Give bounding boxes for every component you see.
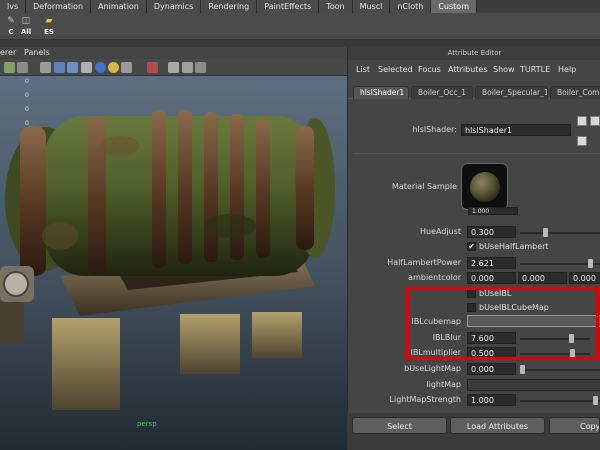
ambient-color-g-field[interactable]: 0.000 — [518, 272, 567, 284]
shelf-tab-bar: lvs Deformation Animation Dynamics Rende… — [0, 0, 600, 13]
shelf-tab-muscle[interactable]: Muscl — [352, 0, 391, 13]
separator-band — [0, 40, 600, 47]
menu-panels[interactable]: Panels — [24, 47, 50, 59]
focus-input-icon[interactable] — [577, 116, 587, 126]
light-map-strength-label: LightMapStrength — [389, 395, 461, 404]
copy-tab-button[interactable]: Copy Tab — [549, 417, 600, 434]
wireframe-cube-icon[interactable] — [40, 62, 51, 73]
grid-icon[interactable] — [121, 62, 132, 73]
ambient-color-label: ambientcolor — [408, 273, 461, 282]
node-name-field[interactable]: hlslShader1 — [461, 124, 571, 136]
ae-menu-show[interactable]: Show — [493, 65, 515, 74]
show-side-icon[interactable] — [590, 116, 600, 126]
use-half-lambert-label: bUseHalfLambert — [479, 242, 549, 251]
use-light-map-slider-knob[interactable] — [520, 365, 525, 374]
shelf-tab-dynamics[interactable]: Dynamics — [146, 0, 202, 13]
xray-cube-icon[interactable] — [168, 62, 179, 73]
use-light-map-field[interactable]: 0.000 — [467, 363, 516, 375]
light-map-label: lightMap — [426, 380, 461, 389]
ae-menu-list[interactable]: List — [356, 65, 370, 74]
folder-icon: ▰ — [45, 16, 53, 26]
shelf-tab-ncloth[interactable]: nCloth — [390, 0, 432, 13]
smooth-shade-icon[interactable] — [54, 62, 65, 73]
load-attributes-button[interactable]: Load Attributes — [450, 417, 545, 434]
shelf-tab-deformation[interactable]: Deformation — [26, 0, 92, 13]
ae-menu-focus[interactable]: Focus — [418, 65, 441, 74]
shelf-buttons: ✎ C ◫ All ▰ ES — [0, 13, 600, 40]
shelf-tab-toon[interactable]: Toon — [319, 0, 353, 13]
light-map-field[interactable] — [467, 379, 600, 391]
cube-outline-icon[interactable] — [182, 62, 193, 73]
bookmark-icon[interactable] — [4, 62, 15, 73]
ambient-color-r-field[interactable]: 0.000 — [467, 272, 516, 284]
half-lambert-power-field[interactable]: 2.621 — [467, 257, 516, 269]
ae-menu-attributes[interactable]: Attributes — [448, 65, 488, 74]
checker-texture-icon[interactable] — [81, 62, 92, 73]
ae-menu-bar: List Selected Focus Attributes Show TURT… — [348, 61, 600, 79]
ae-tab-boiler-complete[interactable]: Boiler_Complete — [550, 86, 600, 99]
hue-adjust-label: HueAdjust — [419, 227, 461, 236]
focus-output-icon[interactable] — [577, 136, 587, 146]
select-button[interactable]: Select — [352, 417, 447, 434]
viewport-toolbar — [0, 59, 347, 76]
light-map-strength-slider-knob[interactable] — [593, 396, 598, 405]
attribute-editor-panel: Attribute Editor List Selected Focus Att… — [347, 47, 600, 450]
hue-adjust-field[interactable]: 0.300 — [467, 226, 516, 238]
attribute-editor-title: Attribute Editor — [348, 47, 600, 60]
shelf-button-es[interactable]: ▰ ES — [38, 15, 60, 38]
use-light-map-slider-track[interactable] — [520, 369, 600, 371]
shelf-button-all[interactable]: ◫ All — [15, 15, 37, 38]
material-sample-label: Material Sample — [391, 182, 457, 191]
light-sphere-icon[interactable] — [95, 62, 106, 73]
use-light-map-label: bUseLightMap — [404, 364, 461, 373]
shaded-cube-icon[interactable] — [67, 62, 78, 73]
material-sample-ball — [470, 172, 500, 202]
shelf-tab-custom[interactable]: Custom — [431, 0, 477, 13]
ae-bottom-bar: Select Load Attributes Copy Tab — [347, 413, 600, 450]
ae-tab-boiler-specular[interactable]: Boiler_Specular_1 — [475, 86, 548, 99]
material-sample-swatch — [461, 163, 508, 210]
ae-tab-bar: hlslShader1 Boiler_Occ_1 Boiler_Specular… — [348, 84, 600, 99]
shelf-tab-painteffects[interactable]: PaintEffects — [257, 0, 320, 13]
text-icon[interactable] — [17, 62, 28, 73]
use-half-lambert-checkbox[interactable]: ✔ — [467, 242, 476, 251]
lit-sphere-icon[interactable] — [108, 62, 119, 73]
ae-menu-help[interactable]: Help — [558, 65, 576, 74]
section-divider — [353, 153, 600, 154]
viewport-menu-bar: erer Panels — [0, 47, 347, 59]
isolate-icon[interactable] — [147, 62, 158, 73]
viewport-3d[interactable]: 0 0 0 0 0 0 — [0, 76, 347, 450]
ambient-color-b-field[interactable]: 0.000 — [569, 272, 600, 284]
ae-menu-selected[interactable]: Selected — [378, 65, 413, 74]
cut-row-field[interactable]: 1.000 — [468, 207, 518, 215]
ae-tab-boiler-occ[interactable]: Boiler_Occ_1 — [411, 86, 473, 99]
shelf-tab-rendering[interactable]: Rendering — [201, 0, 258, 13]
ae-menu-turtle[interactable]: TURTLE — [520, 65, 550, 74]
light-map-strength-slider-track[interactable] — [520, 400, 600, 402]
hue-adjust-slider-track[interactable] — [520, 232, 600, 234]
node-name-label: hlslShader: — [412, 125, 457, 134]
light-map-strength-field[interactable]: 1.000 — [467, 394, 516, 406]
camera-label: persp — [137, 420, 157, 428]
mirror-icon: ◫ — [21, 16, 31, 26]
half-lambert-power-slider-knob[interactable] — [588, 259, 594, 268]
shelf-tab-lvs[interactable]: lvs — [0, 0, 27, 13]
scissors-icon[interactable] — [195, 62, 206, 73]
hue-adjust-slider-knob[interactable] — [542, 228, 548, 237]
menu-renderer[interactable]: erer — [0, 47, 16, 59]
half-lambert-power-label: HalfLambertPower — [387, 258, 461, 267]
highlight-box — [406, 287, 599, 360]
boiler-model — [0, 110, 335, 410]
shelf-tab-animation[interactable]: Animation — [91, 0, 147, 13]
ae-tab-hlslshader1[interactable]: hlslShader1 — [353, 86, 409, 99]
